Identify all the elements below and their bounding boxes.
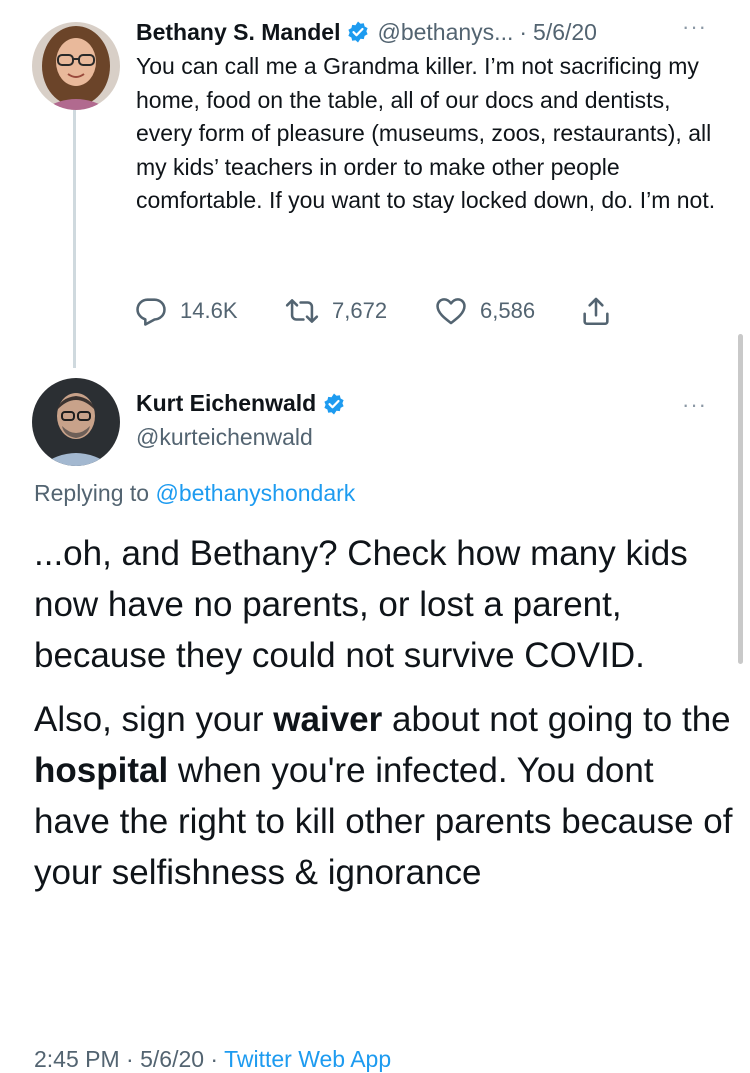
parent-handle[interactable]: @bethanys... xyxy=(377,19,513,46)
reply-paragraph-2: Also, sign your waiver about not going t… xyxy=(34,694,734,898)
parent-date[interactable]: 5/6/20 xyxy=(533,19,597,46)
reply-time[interactable]: 2:45 PM · 5/6/20 · xyxy=(34,1046,218,1072)
retweet-button[interactable]: 7,672 xyxy=(284,294,387,328)
like-count: 6,586 xyxy=(480,298,536,323)
reply-text-segment: Also, sign your xyxy=(34,700,264,739)
like-icon xyxy=(436,298,466,325)
more-icon[interactable]: ··· xyxy=(682,14,707,40)
reply-timestamp: 2:45 PM · 5/6/20 · Twitter Web App xyxy=(34,1046,391,1073)
parent-avatar[interactable] xyxy=(32,22,120,110)
reply-handle[interactable]: @kurteichenwald xyxy=(136,424,313,451)
reply-text-segment: about not going to the xyxy=(392,700,731,739)
reply-tweet-text: ...oh, and Bethany? Check how many kids … xyxy=(34,528,734,911)
like-button[interactable]: 6,586 xyxy=(434,294,535,328)
share-button[interactable] xyxy=(579,294,625,328)
retweet-icon xyxy=(285,299,319,323)
parent-header: Bethany S. Mandel @bethanys... · 5/6/20 xyxy=(136,14,726,50)
scrollbar[interactable] xyxy=(738,334,743,664)
replying-to-line: Replying to @bethanyshondark xyxy=(34,480,355,507)
reply-button[interactable]: 14.6K xyxy=(134,294,238,328)
more-icon[interactable]: ··· xyxy=(682,392,707,418)
verified-badge-icon xyxy=(322,392,346,416)
reply-author-name[interactable]: Kurt Eichenwald xyxy=(136,390,316,417)
reply-count: 14.6K xyxy=(180,298,238,323)
date-separator: · xyxy=(519,18,528,45)
thread-line xyxy=(73,108,76,368)
reply-bold-hospital: hospital xyxy=(34,751,169,790)
reply-avatar[interactable] xyxy=(32,378,120,466)
verified-badge-icon xyxy=(346,20,370,44)
parent-author-name[interactable]: Bethany S. Mandel xyxy=(136,19,340,46)
reply-name-row: Kurt Eichenwald xyxy=(136,390,346,417)
parent-tweet-text: You can call me a Grandma killer. I’m no… xyxy=(136,53,716,214)
retweet-count: 7,672 xyxy=(332,298,388,323)
reply-icon xyxy=(136,298,166,326)
parent-action-bar: 14.6K 7,672 6,586 xyxy=(134,294,634,330)
share-icon xyxy=(583,297,609,326)
reply-bold-waiver: waiver xyxy=(273,700,383,739)
reply-paragraph-1: ...oh, and Bethany? Check how many kids … xyxy=(34,534,688,675)
reply-source-app[interactable]: Twitter Web App xyxy=(224,1046,391,1072)
replying-to-label: Replying to xyxy=(34,480,150,506)
replying-to-mention[interactable]: @bethanyshondark xyxy=(155,480,355,506)
